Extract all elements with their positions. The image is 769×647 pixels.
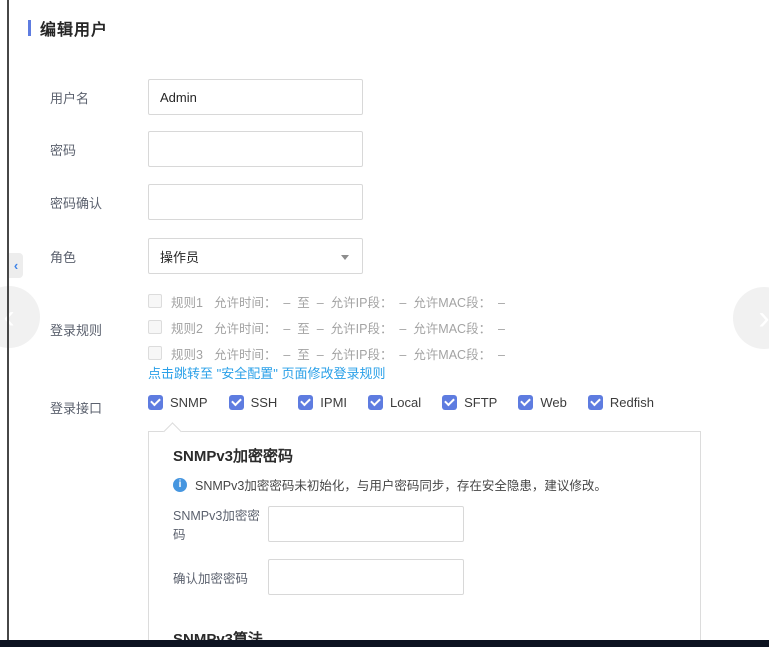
page-title: 编辑用户 <box>40 16 108 40</box>
snmpv3-password-field-row: SNMPv3加密密码 <box>173 506 464 542</box>
interface-option-web[interactable]: Web <box>518 395 567 410</box>
snmpv3-password-confirm-input[interactable] <box>268 559 464 595</box>
login-rules-list: 规则1 允许时间： – 至 – 允许IP段： – 允许MAC段： – 规则2 允… <box>148 291 505 369</box>
login-interface-label: 登录接口 <box>50 398 102 417</box>
interface-option-label: SNMP <box>170 395 208 410</box>
carousel-next-button[interactable]: › <box>733 287 769 349</box>
password-confirm-input[interactable] <box>148 184 363 220</box>
interface-option-label: SSH <box>251 395 278 410</box>
checkbox-checked-icon[interactable] <box>588 395 603 410</box>
rule3-name: 规则3 <box>171 344 203 363</box>
role-select[interactable]: 操作员 <box>148 238 363 274</box>
sidebar-collapse-button[interactable]: ‹ <box>9 253 23 278</box>
info-icon: i <box>173 478 187 492</box>
rule2-name: 规则2 <box>171 318 203 337</box>
interface-option-snmp[interactable]: SNMP <box>148 395 208 410</box>
interface-option-redfish[interactable]: Redfish <box>588 395 654 410</box>
carousel-prev-button[interactable]: ‹ <box>0 286 40 348</box>
panel-pointer-notch <box>163 422 181 440</box>
page-header: 编辑用户 <box>28 16 108 40</box>
login-rules-label: 登录规则 <box>50 320 102 339</box>
bottom-edge-bar <box>0 640 769 647</box>
username-row: 用户名 <box>50 79 363 115</box>
login-rule-row: 规则1 允许时间： – 至 – 允许IP段： – 允许MAC段： – <box>148 291 505 311</box>
checkbox-checked-icon[interactable] <box>148 395 163 410</box>
interface-option-ipmi[interactable]: IPMI <box>298 395 347 410</box>
snmpv3-info-row: i SNMPv3加密密码未初始化，与用户密码同步，存在安全隐患，建议修改。 <box>173 475 607 494</box>
rule1-detail: 允许时间： – 至 – 允许IP段： – 允许MAC段： – <box>214 292 505 311</box>
role-row: 角色 操作员 <box>50 238 363 274</box>
password-confirm-row: 密码确认 <box>50 184 363 220</box>
chevron-left-icon: ‹ <box>14 258 18 273</box>
password-confirm-label: 密码确认 <box>50 193 148 212</box>
interface-option-ssh[interactable]: SSH <box>229 395 278 410</box>
rule2-detail: 允许时间： – 至 – 允许IP段： – 允许MAC段： – <box>214 318 505 337</box>
snmpv3-password-panel: SNMPv3加密密码 i SNMPv3加密密码未初始化，与用户密码同步，存在安全… <box>148 431 701 647</box>
interface-option-label: Web <box>540 395 567 410</box>
security-config-link[interactable]: 点击跳转至 "安全配置" 页面修改登录规则 <box>148 363 385 382</box>
chevron-down-icon <box>341 255 349 260</box>
title-accent-bar <box>28 20 31 36</box>
snmpv3-confirm-field-row: 确认加密密码 <box>173 559 464 595</box>
interface-option-label: Redfish <box>610 395 654 410</box>
role-label: 角色 <box>50 247 148 266</box>
snmpv3-panel-title: SNMPv3加密密码 <box>173 445 293 466</box>
checkbox-checked-icon[interactable] <box>518 395 533 410</box>
rule2-checkbox <box>148 320 162 334</box>
left-edge-divider <box>7 0 9 647</box>
snmpv3-confirm-label: 确认加密密码 <box>173 568 268 587</box>
checkbox-checked-icon[interactable] <box>229 395 244 410</box>
checkbox-checked-icon[interactable] <box>442 395 457 410</box>
snmpv3-info-text: SNMPv3加密密码未初始化，与用户密码同步，存在安全隐患，建议修改。 <box>195 475 607 494</box>
rule3-detail: 允许时间： – 至 – 允许IP段： – 允许MAC段： – <box>214 344 505 363</box>
rule1-name: 规则1 <box>171 292 203 311</box>
password-row: 密码 <box>50 131 363 167</box>
rule1-checkbox <box>148 294 162 308</box>
interface-option-label: IPMI <box>320 395 347 410</box>
snmpv3-password-input[interactable] <box>268 506 464 542</box>
login-interface-checkbox-group: SNMP SSH IPMI Local SFTP Web Redfish <box>148 395 654 410</box>
interface-option-local[interactable]: Local <box>368 395 421 410</box>
username-label: 用户名 <box>50 88 148 107</box>
username-input[interactable] <box>148 79 363 115</box>
interface-option-label: SFTP <box>464 395 497 410</box>
checkbox-checked-icon[interactable] <box>368 395 383 410</box>
interface-option-sftp[interactable]: SFTP <box>442 395 497 410</box>
edit-user-page: ‹ ‹ › 编辑用户 用户名 密码 密码确认 角色 操作员 登录规则 规则1 <box>0 0 769 647</box>
login-rule-row: 规则3 允许时间： – 至 – 允许IP段： – 允许MAC段： – <box>148 343 505 363</box>
password-input[interactable] <box>148 131 363 167</box>
interface-option-label: Local <box>390 395 421 410</box>
login-rule-row: 规则2 允许时间： – 至 – 允许IP段： – 允许MAC段： – <box>148 317 505 337</box>
rule3-checkbox <box>148 346 162 360</box>
password-label: 密码 <box>50 140 148 159</box>
snmpv3-password-label: SNMPv3加密密码 <box>173 505 268 543</box>
role-selected-value: 操作员 <box>160 247 199 266</box>
chevron-right-icon: › <box>758 299 769 338</box>
checkbox-checked-icon[interactable] <box>298 395 313 410</box>
